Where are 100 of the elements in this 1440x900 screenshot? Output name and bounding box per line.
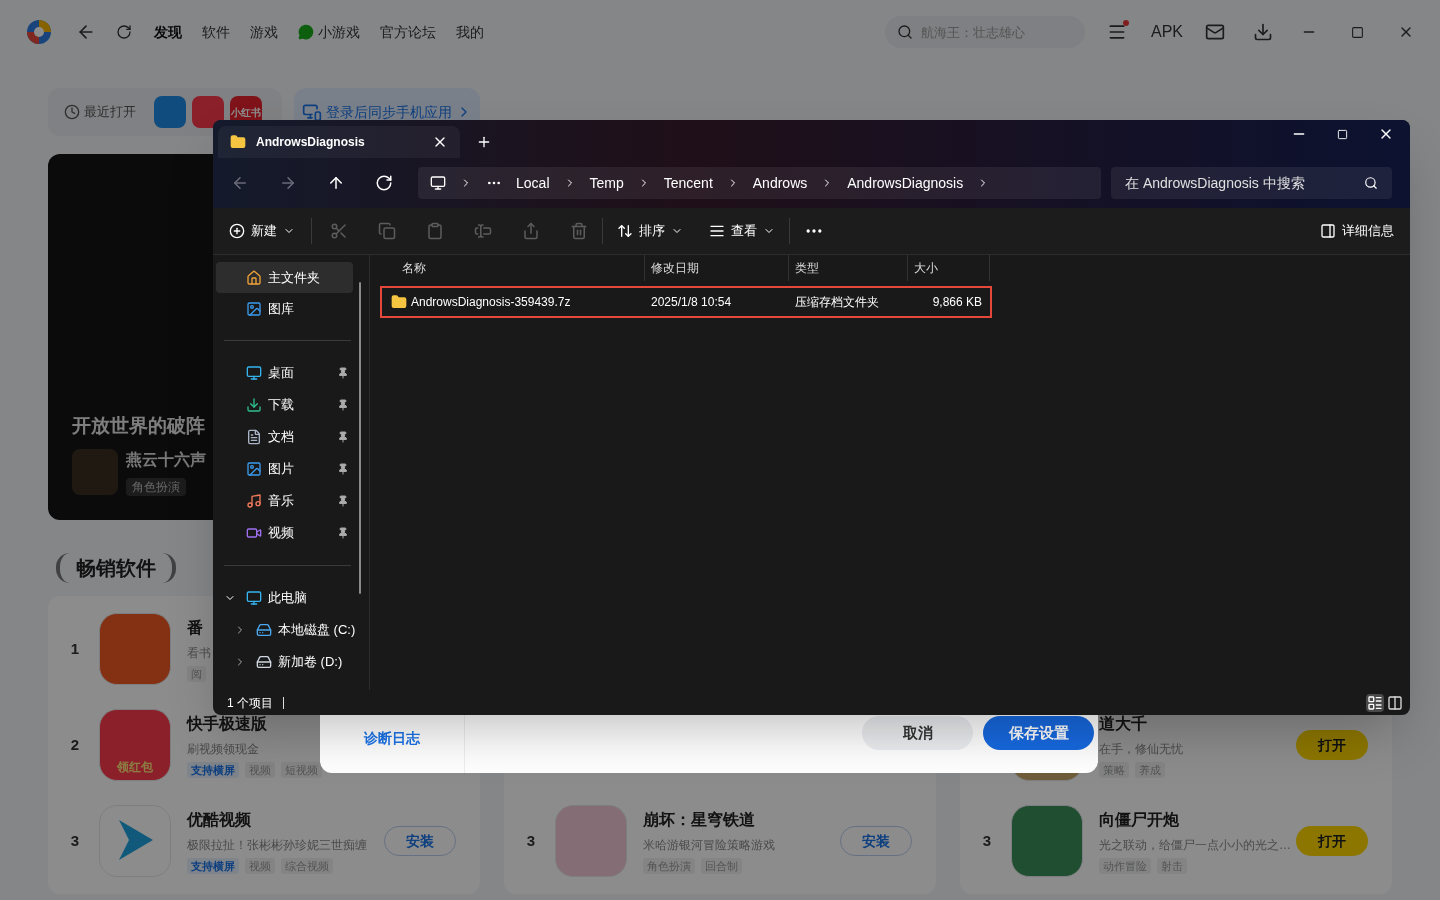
app-name[interactable]: 崩坏：星穹铁道 <box>643 807 755 832</box>
new-tab-icon[interactable] <box>476 134 492 150</box>
rank-number: 2 <box>69 734 81 755</box>
address-bar[interactable]: Local Temp Tencent Androws AndrowsDiagnosis <box>418 167 1101 199</box>
search-icon <box>897 24 913 40</box>
explorer-tab[interactable]: AndrowsDiagnosis <box>218 126 460 158</box>
plus-icon <box>229 223 245 239</box>
sort-icon <box>617 223 633 239</box>
pin-icon <box>337 463 349 475</box>
dialog-nav-item[interactable]: 诊断日志 <box>320 728 464 749</box>
app-description: 极限拉扯！张彬彬孙珍妮三世痴缠 <box>187 836 367 854</box>
up-icon[interactable] <box>327 174 345 192</box>
file-type: 压缩存档文件夹 <box>794 294 880 311</box>
breadcrumb-item[interactable]: Temp <box>589 172 624 194</box>
nav-tab[interactable]: 我的 <box>456 21 484 43</box>
picture-icon <box>246 300 262 317</box>
nav-tab[interactable]: 软件 <box>202 21 230 43</box>
app-icon[interactable] <box>99 613 171 685</box>
pin-icon <box>337 527 349 539</box>
video-icon <box>246 525 262 541</box>
app-logo[interactable] <box>26 19 52 45</box>
sidebar-item[interactable]: 图库 <box>216 293 353 324</box>
zip-folder-icon <box>391 294 407 310</box>
sidebar-item[interactable]: 视频 <box>216 517 353 549</box>
app-name[interactable]: 番 <box>187 615 203 640</box>
breadcrumb-item[interactable]: Tencent <box>663 172 713 194</box>
sidebar-item[interactable]: 下载 <box>216 389 353 421</box>
open-button[interactable]: 打开 <box>1296 826 1368 856</box>
app-tag: 支持横屏 <box>187 857 239 875</box>
sidebar-item[interactable]: 图片 <box>216 453 353 485</box>
apk-button[interactable]: APK <box>1151 20 1183 44</box>
nav-tab[interactable]: 游戏 <box>250 21 278 43</box>
file-date: 2025/1/8 10:54 <box>650 294 733 311</box>
details-button[interactable]: 详细信息 <box>1320 221 1394 241</box>
lines-icon <box>709 223 725 239</box>
search-icon <box>1364 176 1378 190</box>
app-name[interactable]: 优酷视频 <box>187 807 251 832</box>
game-tag: 角色扮演 <box>126 478 186 496</box>
music-icon <box>246 493 262 509</box>
breadcrumb-item[interactable]: Local <box>516 172 550 194</box>
new-button[interactable]: 新建 <box>229 221 295 241</box>
download-icon <box>246 397 262 413</box>
cancel-button[interactable]: 取消 <box>862 716 973 750</box>
column-header[interactable]: 名称 <box>380 255 645 281</box>
save-button[interactable]: 保存设置 <box>983 716 1094 750</box>
pin-icon <box>337 367 349 379</box>
game-name: 燕云十六声 <box>126 450 206 470</box>
house-icon <box>246 269 262 286</box>
rank-number: 1 <box>69 638 81 659</box>
mail-icon[interactable] <box>1205 22 1225 42</box>
sidebar-item[interactable]: 音乐 <box>216 485 353 517</box>
sidebar-item[interactable]: 文档 <box>216 421 353 453</box>
scrollbar[interactable] <box>359 282 361 594</box>
column-header[interactable]: 修改日期 <box>645 255 789 281</box>
devices-icon <box>302 102 322 122</box>
open-button[interactable]: 打开 <box>1296 730 1368 760</box>
system-drive-icon <box>256 622 272 638</box>
file-size: 9,866 KB <box>931 294 983 311</box>
sidebar-item[interactable]: 桌面 <box>216 357 353 389</box>
folder-icon <box>230 134 246 150</box>
column-header[interactable]: 大小 <box>908 255 990 281</box>
app-name[interactable]: 快手极速版 <box>187 711 267 736</box>
panel-icon <box>1320 223 1336 239</box>
app-description: 刷视频领现金 <box>187 740 259 758</box>
breadcrumb-item[interactable]: AndrowsDiagnosis <box>847 172 964 194</box>
file-row[interactable]: AndrowsDiagnosis-359439.7z 2025/1/8 10:54 压缩存档文件夹 9,866 KB <box>380 286 992 318</box>
app-description: 在手，修仙无忧 <box>1099 740 1183 758</box>
menu-icon <box>1107 22 1127 42</box>
tree-item[interactable]: 新加卷 (D:) <box>216 646 359 678</box>
breadcrumb-item[interactable]: Androws <box>752 172 808 194</box>
picture-icon <box>246 461 262 477</box>
pin-icon <box>337 399 349 411</box>
section-title: 畅销软件 <box>76 556 156 581</box>
tiles-view-icon[interactable] <box>1386 693 1404 712</box>
app-name[interactable]: 道大千 <box>1099 711 1147 736</box>
download-icon[interactable] <box>1253 22 1273 42</box>
rank-number: 3 <box>981 830 993 851</box>
nav-tab[interactable]: 发现 <box>154 21 182 43</box>
nav-tab[interactable]: 小游戏 <box>298 21 360 43</box>
tree-item[interactable]: 本地磁盘 (C:) <box>216 614 359 646</box>
column-header[interactable]: 类型 <box>789 255 908 281</box>
icon-caption: 领红包 <box>117 759 153 776</box>
computer-icon <box>430 175 447 191</box>
app-name[interactable]: 向僵尸开炮 <box>1099 807 1179 832</box>
nav-tab[interactable]: 官方论坛 <box>380 21 436 43</box>
pin-icon <box>337 431 349 443</box>
list-view-icon[interactable] <box>1366 693 1384 712</box>
monitor-icon <box>246 365 262 381</box>
rank-number: 3 <box>69 830 81 851</box>
sort-button[interactable]: 排序 <box>617 221 683 241</box>
app-icon[interactable] <box>1011 805 1083 877</box>
recent-app-icon[interactable] <box>192 96 224 128</box>
clock-icon <box>64 104 80 120</box>
recent-label: 最近打开 <box>84 103 136 122</box>
file-name: AndrowsDiagnosis-359439.7z <box>411 294 571 311</box>
sidebar-item[interactable]: 主文件夹 <box>216 262 353 293</box>
tree-item[interactable]: 此电脑 <box>216 582 359 614</box>
status-text: 1 个项目 <box>227 694 273 712</box>
view-button[interactable]: 查看 <box>709 221 775 241</box>
chat-bubble-icon <box>298 24 314 40</box>
